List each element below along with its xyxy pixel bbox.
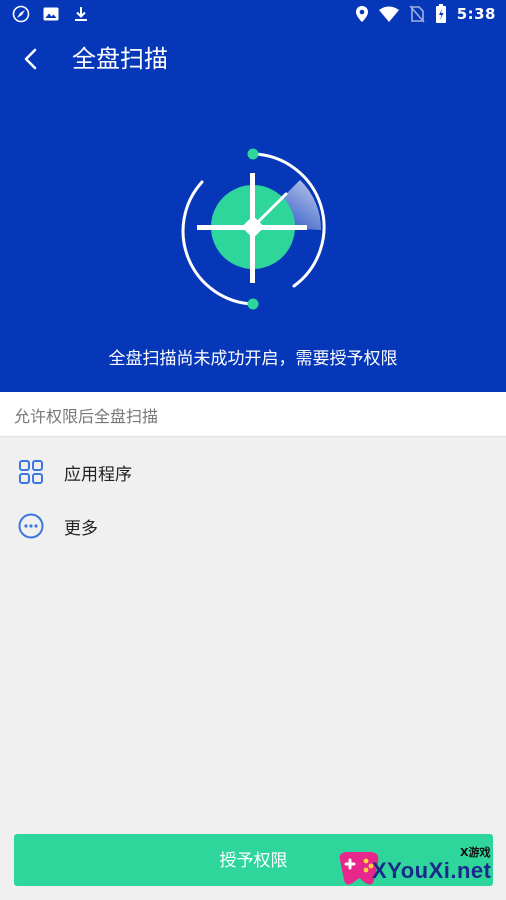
hero-banner: 5:38 全盘扫描 全盘扫描尚未成功开启，需要授予权限 [0,0,506,392]
top-app-bar: 全盘扫描 [0,36,506,82]
watermark-text: XYouXi.net [372,858,492,883]
list-item-label: 应用程序 [64,465,132,485]
scan-radar-icon [160,140,350,320]
section-header-label: 允许权限后全盘扫描 [14,407,159,426]
back-button[interactable] [16,42,48,76]
chevron-left-icon [16,48,48,80]
list-item-more[interactable]: 更多 [0,502,506,550]
battery-icon [435,4,447,24]
section-header: 允许权限后全盘扫描 [0,392,506,437]
location-icon [355,5,369,23]
status-bar: 5:38 [0,0,506,28]
more-circle-icon [18,513,44,539]
download-icon [72,5,90,23]
apps-grid-icon [18,459,44,485]
compass-icon [12,5,30,23]
page-title: 全盘扫描 [72,45,168,73]
no-sim-icon [409,5,425,23]
image-icon [42,5,60,23]
scan-status-message: 全盘扫描尚未成功开启，需要授予权限 [108,349,398,369]
list-item-apps[interactable]: 应用程序 [0,448,506,496]
clock-time: 5:38 [456,5,496,23]
watermark: X游戏 XYouXi.net [332,840,502,896]
wifi-icon [378,6,399,22]
list-item-label: 更多 [64,519,98,539]
